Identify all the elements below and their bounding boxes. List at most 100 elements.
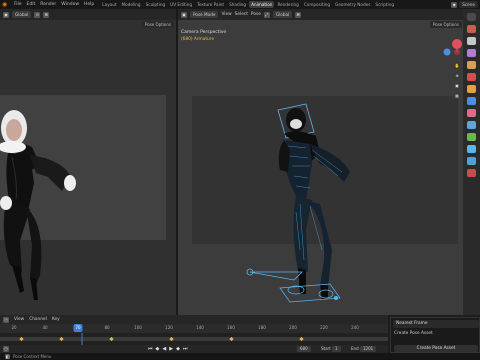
render-tab-icon[interactable] xyxy=(467,25,476,33)
svg-text:⊕: ⊕ xyxy=(455,73,458,78)
scene-field[interactable]: Scene xyxy=(459,1,478,8)
timeline-header: ◷ View Channel Key xyxy=(0,315,388,324)
menu-help[interactable]: Help xyxy=(83,2,95,7)
prev-key-icon[interactable]: ◆ xyxy=(156,346,160,352)
tab-animation[interactable]: Animation xyxy=(249,1,275,8)
active-object-label: (680) Armature xyxy=(181,37,215,42)
object-tab-icon[interactable] xyxy=(467,85,476,93)
reference-character-figure xyxy=(0,110,76,300)
menu-file[interactable]: File xyxy=(13,2,23,7)
workspace-tabs: Layout Modeling Sculpting UV Editing Tex… xyxy=(100,1,396,8)
ik-control-bones xyxy=(246,268,341,303)
ruler-tick: 160 xyxy=(227,325,235,330)
menu-render[interactable]: Render xyxy=(39,2,57,7)
timeline-editor-icon[interactable]: ◷ xyxy=(3,316,9,323)
ruler-tick: 100 xyxy=(134,325,142,330)
particles-tab-icon[interactable] xyxy=(467,109,476,117)
tab-rendering[interactable]: Rendering xyxy=(275,1,300,8)
armature-data-tab-icon[interactable] xyxy=(467,145,476,153)
current-frame-indicator[interactable]: 70 xyxy=(73,324,83,332)
right-pose-options[interactable]: Pose Options xyxy=(430,21,462,28)
tab-geometry-nodes[interactable]: Geometry Nodes xyxy=(333,1,372,8)
end-frame-field[interactable]: 1201 xyxy=(360,346,377,352)
constraints-tab-icon[interactable] xyxy=(467,133,476,141)
current-frame-field[interactable]: 680 xyxy=(297,346,311,352)
left-orientation-dropdown[interactable]: Global xyxy=(12,11,32,18)
ruler-tick: 240 xyxy=(351,325,359,330)
tool-tab-icon[interactable] xyxy=(467,13,476,21)
menu-edit[interactable]: Edit xyxy=(26,2,37,7)
world-tab-icon[interactable] xyxy=(467,73,476,81)
jump-start-icon[interactable]: ⏮ xyxy=(148,346,153,352)
playback-controls: ⏮ ◆ ◀ ▶ ◆ ⏭ xyxy=(148,346,187,352)
transform-orientation-icon[interactable]: ⤢ xyxy=(263,11,270,18)
snap-icon[interactable]: ⌘ xyxy=(43,11,50,18)
play-reverse-icon[interactable]: ◀ xyxy=(162,346,166,352)
editor-type-icon[interactable]: ▣ xyxy=(181,11,187,18)
tab-texture-paint[interactable]: Texture Paint xyxy=(195,1,226,8)
left-viewport-header: ▣ Global ⊙ ⌘ xyxy=(0,9,176,20)
ruler-tick: 120 xyxy=(165,325,173,330)
material-tab-icon[interactable] xyxy=(467,169,476,177)
menu-select[interactable]: Select xyxy=(235,12,248,17)
pivot-icon[interactable]: ⊙ xyxy=(34,11,41,18)
create-pose-asset-panel: Nearest Frame Create Pose Asset Create P… xyxy=(390,317,480,353)
output-tab-icon[interactable] xyxy=(467,37,476,45)
timeline-ruler[interactable]: 20 40 60 80 100 120 140 160 180 200 220 … xyxy=(0,324,388,333)
mouse-icon: ◧ xyxy=(5,354,10,359)
nearest-frame-dropdown[interactable]: Nearest Frame xyxy=(393,320,479,328)
menu-window[interactable]: Window xyxy=(60,2,80,7)
tab-shading[interactable]: Shading xyxy=(227,1,248,8)
view-layer-tab-icon[interactable] xyxy=(467,49,476,57)
scene-tab-icon[interactable] xyxy=(467,61,476,69)
create-pose-asset-button[interactable]: Create Pose Asset xyxy=(394,345,478,352)
ruler-tick: 140 xyxy=(196,325,204,330)
scene-icon[interactable]: ◆ xyxy=(451,1,458,8)
bone-tab-icon[interactable] xyxy=(467,157,476,165)
ruler-tick: 20 xyxy=(11,325,17,330)
properties-tab-strip xyxy=(463,9,480,315)
play-icon[interactable]: ▶ xyxy=(169,346,173,352)
create-pose-asset-title: Create Pose Asset xyxy=(394,331,433,336)
mode-dropdown[interactable]: Pose Mode xyxy=(190,11,219,18)
ruler-tick: 40 xyxy=(42,325,48,330)
next-key-icon[interactable]: ◆ xyxy=(176,346,180,352)
timeline-menu-key[interactable]: Key xyxy=(52,317,60,322)
viewport-perspective-label: Camera Perspective xyxy=(181,30,227,35)
svg-text:✋: ✋ xyxy=(455,63,460,68)
start-frame-field[interactable]: 1 xyxy=(332,346,341,352)
ruler-tick: 180 xyxy=(258,325,266,330)
menu-pose[interactable]: Pose xyxy=(251,12,261,17)
scene-selector: ◆ Scene xyxy=(451,1,478,8)
keyframe-track[interactable] xyxy=(0,333,388,345)
status-text: Pose Context Menu xyxy=(13,354,52,359)
ruler-tick: 80 xyxy=(104,325,110,330)
svg-text:▣: ▣ xyxy=(455,83,459,88)
svg-text:▦: ▦ xyxy=(455,93,459,98)
tab-uv-editing[interactable]: UV Editing xyxy=(168,1,194,8)
keyframe-strip xyxy=(0,333,388,345)
menu-view[interactable]: View xyxy=(221,12,231,17)
snap-icon[interactable]: ⌘ xyxy=(295,11,302,18)
top-bar: ◉ File Edit Render Window Help Layout Mo… xyxy=(0,0,480,9)
physics-tab-icon[interactable] xyxy=(467,121,476,129)
status-bar: ◧ Pose Context Menu xyxy=(0,353,480,360)
editor-type-icon[interactable]: ▣ xyxy=(3,11,9,18)
right-viewport-header: ▣ Pose Mode View Select Pose ⤢ Global ⌘ xyxy=(178,9,463,20)
tab-layout[interactable]: Layout xyxy=(100,1,118,8)
playback-bar: ◷ ⏮ ◆ ◀ ▶ ◆ ⏭ 680 Start 1 End 1201 xyxy=(0,345,388,353)
blender-logo-icon[interactable]: ◉ xyxy=(2,1,10,8)
tab-modeling[interactable]: Modeling xyxy=(120,1,143,8)
modifier-tab-icon[interactable] xyxy=(467,97,476,105)
tab-compositing[interactable]: Compositing xyxy=(302,1,332,8)
ruler-tick: 200 xyxy=(289,325,297,330)
tab-scripting[interactable]: Scripting xyxy=(373,1,396,8)
right-orientation-dropdown[interactable]: Global xyxy=(272,11,293,18)
playback-editor-icon[interactable]: ◷ xyxy=(3,346,9,352)
left-pose-options[interactable]: Pose Options xyxy=(142,21,174,28)
gizmo-z-axis-icon xyxy=(443,48,451,56)
timeline-menu-view[interactable]: View xyxy=(14,317,24,322)
timeline-menu-channel[interactable]: Channel xyxy=(29,317,47,322)
jump-end-icon[interactable]: ⏭ xyxy=(183,346,188,352)
tab-sculpting[interactable]: Sculpting xyxy=(144,1,168,8)
